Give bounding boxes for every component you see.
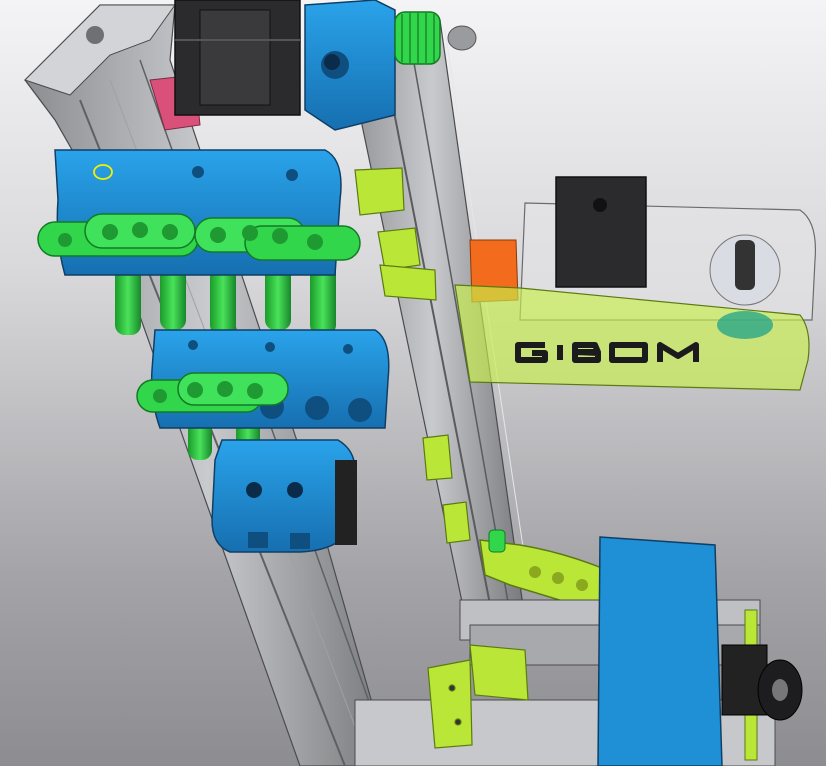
cad-3d-viewport[interactable] (0, 0, 826, 766)
stepper-motor-extruder (555, 176, 647, 288)
blue-flat-plate (597, 536, 723, 766)
blue-carriage-block (211, 439, 357, 553)
cad-model-render (24, 0, 817, 766)
blue-idler-block (304, 0, 396, 131)
small-green-gear (488, 529, 506, 553)
green-knob (394, 11, 477, 65)
pulley-motor-bottom (721, 644, 803, 721)
stepper-motor-top (174, 0, 301, 116)
